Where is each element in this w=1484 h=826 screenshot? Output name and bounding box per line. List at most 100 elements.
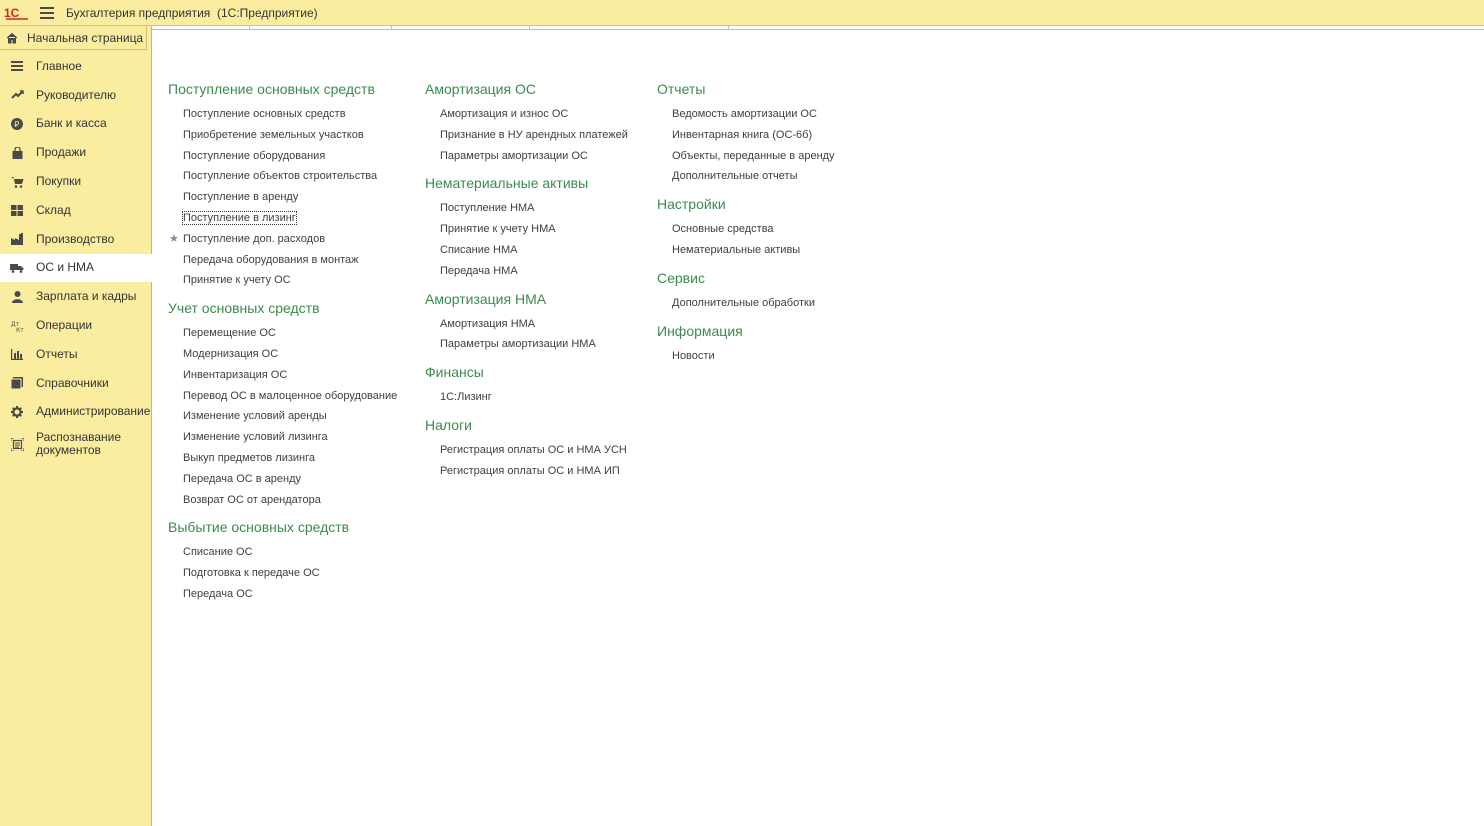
command-link-label: Амортизация НМА [440, 317, 536, 330]
svg-text:₽: ₽ [14, 120, 19, 129]
command-link[interactable]: Поступление в лизинг [168, 210, 397, 232]
group-title: Настройки [657, 196, 726, 213]
command-link[interactable]: Параметры амортизации ОС [425, 149, 628, 170]
command-link[interactable]: Амортизация НМА [425, 317, 628, 338]
sidebar-item-shopping-bag[interactable]: Продажи [0, 138, 152, 167]
sidebar-item-label: Банк и касса [36, 116, 107, 131]
sidebar-item-label: Администрирование [36, 404, 151, 419]
command-link[interactable]: Параметры амортизации НМА [425, 337, 628, 358]
home-page-label: Начальная страница [27, 30, 144, 45]
command-link[interactable]: Передача НМА [425, 264, 628, 285]
gear-icon [10, 405, 24, 419]
group-title: Сервис [657, 269, 705, 286]
command-link-label: Амортизация и износ ОС [440, 108, 569, 120]
command-link-label: Регистрация оплаты ОС и НМА ИП [440, 464, 620, 477]
command-link-label: Передача оборудования в монтаж [183, 253, 359, 266]
command-link[interactable]: Дополнительные отчеты [657, 169, 835, 190]
command-link-label: Поступление в аренду [183, 191, 299, 204]
command-link[interactable]: Перевод ОС в малоценное оборудование [168, 389, 397, 410]
group-title: Отчеты [657, 81, 706, 97]
command-link[interactable]: Нематериальные активы [657, 243, 835, 264]
command-link-label: Нематериальные активы [672, 243, 801, 256]
command-link[interactable]: Дополнительные обработки [657, 296, 835, 317]
group-title: Налоги [425, 416, 472, 433]
command-link[interactable]: 1С:Лизинг [425, 390, 628, 411]
tab-separator [529, 26, 530, 29]
command-group: Поступление основных средств Поступление … [168, 81, 397, 294]
sidebar-item-bar-chart[interactable]: Отчеты [0, 340, 152, 369]
command-link[interactable]: Амортизация и износ ОС [425, 107, 628, 128]
command-link[interactable]: Объекты, переданные в аренду [657, 149, 835, 170]
command-link[interactable]: Изменение условий лизинга [168, 430, 397, 451]
command-link-label: Инвентарная книга (ОС-6б) [672, 128, 813, 141]
svg-text:Кт: Кт [16, 327, 24, 332]
command-link[interactable]: Инвентаризация ОС [168, 368, 397, 389]
command-link-label: Поступление в лизинг [182, 210, 297, 225]
command-link[interactable]: Поступление НМА [425, 201, 628, 222]
command-link[interactable]: Подготовка к передаче ОС [168, 566, 397, 587]
command-link[interactable]: Поступление объектов строительства [168, 169, 397, 190]
command-link[interactable]: Изменение условий аренды [168, 409, 397, 430]
command-link[interactable]: Выкуп предметов лизинга [168, 451, 397, 472]
sidebar-item-books[interactable]: Справочники [0, 369, 152, 398]
command-link-label: Модернизация ОС [183, 347, 279, 360]
command-link[interactable]: Признание в НУ арендных платежей [425, 128, 628, 149]
books-icon [10, 376, 24, 390]
command-link[interactable]: Списание НМА [425, 243, 628, 264]
command-link-label: Передача НМА [440, 264, 518, 277]
sidebar-item-truck[interactable]: ОС и НМА [0, 253, 153, 283]
scan-document-icon [10, 437, 24, 451]
command-link-label: Основные средства [672, 223, 774, 236]
section-content: Поступление основных средств Поступление … [153, 31, 1484, 826]
command-link-label: Приобретение земельных участков [183, 128, 364, 141]
command-link[interactable]: Новости [657, 349, 835, 370]
command-link[interactable]: Модернизация ОС [168, 347, 397, 368]
command-link[interactable]: Поступление оборудования [168, 149, 397, 170]
command-link-label: Принятие к учету НМА [440, 223, 556, 236]
command-link[interactable]: Передача оборудования в монтаж [168, 253, 397, 274]
command-group: Амортизация ОС Амортизация и износ ОС Приз… [425, 81, 628, 169]
command-link[interactable]: Регистрация оплаты ОС и НМА УСН [425, 443, 628, 464]
command-link[interactable]: ★ Поступление доп. расходов [168, 232, 397, 253]
command-link[interactable]: Списание ОС [168, 545, 397, 566]
sidebar-item-ruble-coin[interactable]: ₽ Банк и касса [0, 110, 152, 139]
sidebar-item-trend-up[interactable]: Руководителю [0, 81, 152, 110]
commands-column-2: Амортизация ОС Амортизация и износ ОС Приз… [425, 81, 628, 491]
command-link-label: Изменение условий аренды [183, 410, 327, 423]
home-icon [6, 32, 18, 44]
home-page-tab[interactable]: Начальная страница [0, 26, 147, 50]
sidebar-item-gear[interactable]: Администрирование [0, 398, 152, 427]
sidebar-item-factory[interactable]: Производство [0, 225, 152, 254]
command-link-label: Поступление оборудования [183, 149, 326, 162]
command-link[interactable]: Поступление в аренду [168, 190, 397, 211]
command-link[interactable]: Приобретение земельных участков [168, 128, 397, 149]
command-link[interactable]: Принятие к учету НМА [425, 222, 628, 243]
sidebar-item-label: Покупки [36, 174, 82, 189]
main-menu-icon[interactable] [40, 6, 54, 19]
sidebar-item-dt-kt[interactable]: Дт Кт Операции [0, 311, 152, 340]
command-link-label: Списание НМА [440, 243, 518, 256]
command-link[interactable]: Передача ОС [168, 587, 397, 608]
command-link[interactable]: Возврат ОС от арендатора [168, 493, 397, 514]
sidebar-item-warehouse-grid[interactable]: Склад [0, 196, 152, 225]
command-link[interactable]: Передача ОС в аренду [168, 472, 397, 493]
sidebar-item-label: Отчеты [36, 346, 78, 361]
sidebar-item-cart[interactable]: Покупки [0, 167, 152, 196]
command-link-label: Новости [672, 349, 715, 362]
command-link[interactable]: Инвентарная книга (ОС-6б) [657, 128, 835, 149]
command-link[interactable]: Регистрация оплаты ОС и НМА ИП [425, 464, 628, 485]
sidebar-item-person[interactable]: Зарплата и кадры [0, 282, 152, 311]
command-link-label: Ведомость амортизации ОС [672, 108, 817, 120]
truck-icon [10, 261, 24, 275]
commands-column-3: Отчеты Ведомость амортизации ОС Инвентарна… [657, 81, 835, 375]
sidebar-item-menu-lines[interactable]: Главное [0, 52, 152, 81]
sidebar-item-scan-document[interactable]: Распознавание документов [0, 426, 152, 462]
sidebar-item-label: Зарплата и кадры [36, 289, 137, 304]
command-link[interactable]: Основные средства [657, 222, 835, 243]
command-link[interactable]: Перемещение ОС [168, 326, 397, 347]
command-link-label: Подготовка к передаче ОС [183, 567, 320, 580]
command-link[interactable]: Поступление основных средств [168, 107, 397, 128]
favorite-star-icon[interactable]: ★ [169, 232, 179, 246]
command-link[interactable]: Принятие к учету ОС [168, 273, 397, 294]
command-link[interactable]: Ведомость амортизации ОС [657, 107, 835, 128]
